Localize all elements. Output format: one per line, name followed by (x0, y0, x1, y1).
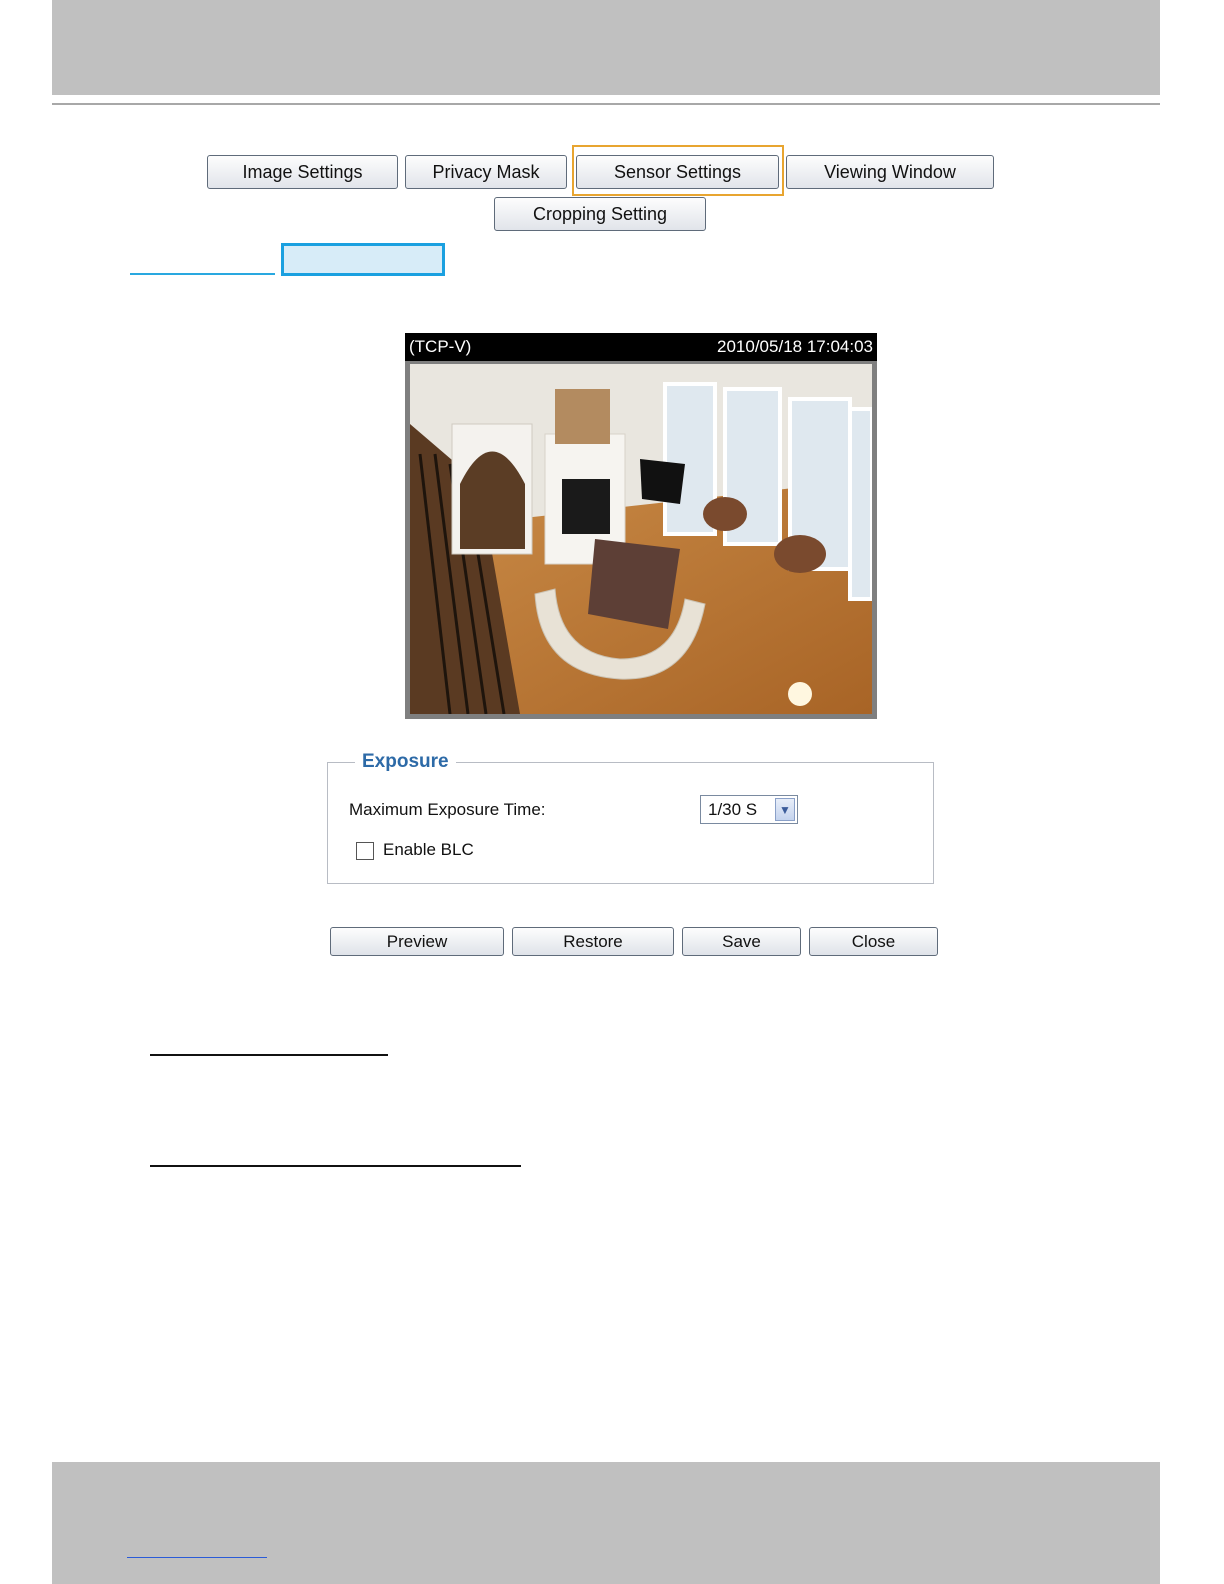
section-underline-1 (150, 1054, 388, 1056)
close-button[interactable]: Close (809, 927, 938, 956)
active-tab-highlight (572, 145, 784, 196)
max-exposure-value: 1/30 S (708, 799, 758, 819)
camera-frame-image (410, 364, 872, 714)
video-preview: (TCP-V) 2010/05/18 17:04:03 (405, 333, 877, 719)
highlighted-link-box[interactable] (281, 243, 445, 276)
max-exposure-select[interactable]: 1/30 S ▼ (700, 795, 798, 824)
page-header-band (52, 0, 1160, 95)
chevron-down-icon[interactable]: ▼ (775, 798, 795, 821)
hyperlink-underline[interactable] (130, 273, 275, 275)
page-footer-band (52, 1462, 1160, 1584)
exposure-legend: Exposure (355, 751, 456, 773)
enable-blc-label: Enable BLC (383, 840, 474, 859)
video-timestamp: 2010/05/18 17:04:03 (717, 337, 873, 356)
living-room-scene (410, 364, 872, 714)
max-exposure-label: Maximum Exposure Time: (349, 800, 546, 819)
stream-label: (TCP-V) (409, 337, 472, 356)
tab-viewing-window[interactable]: Viewing Window (786, 155, 994, 189)
preview-button[interactable]: Preview (330, 927, 504, 956)
header-divider (52, 103, 1160, 105)
tab-cropping-setting[interactable]: Cropping Setting (494, 197, 706, 231)
enable-blc-checkbox[interactable] (356, 842, 374, 860)
tab-image-settings[interactable]: Image Settings (207, 155, 398, 189)
video-caption-bar: (TCP-V) 2010/05/18 17:04:03 (405, 333, 877, 361)
section-underline-2 (150, 1165, 521, 1167)
footer-link-underline[interactable] (127, 1557, 267, 1558)
tab-privacy-mask[interactable]: Privacy Mask (405, 155, 567, 189)
restore-button[interactable]: Restore (512, 927, 674, 956)
exposure-group (327, 762, 934, 884)
save-button[interactable]: Save (682, 927, 801, 956)
